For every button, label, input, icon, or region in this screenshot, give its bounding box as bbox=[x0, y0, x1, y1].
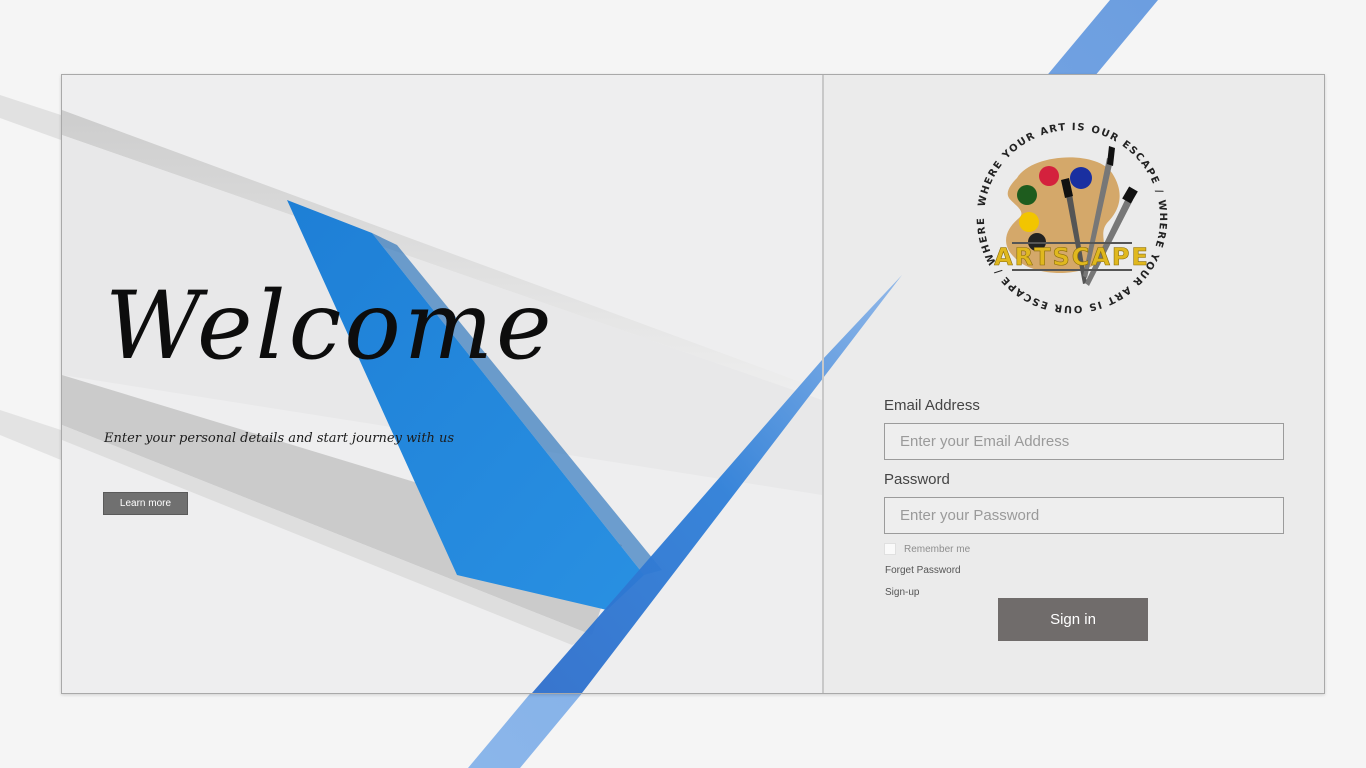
forget-password-link[interactable]: Forget Password bbox=[885, 565, 961, 576]
remember-label: Remember me bbox=[904, 543, 971, 555]
panel-divider bbox=[822, 75, 824, 693]
paint-blue bbox=[1070, 167, 1092, 189]
welcome-title: Welcome bbox=[105, 272, 555, 381]
password-label: Password bbox=[884, 471, 950, 488]
welcome-tagline: Enter your personal details and start jo… bbox=[104, 431, 455, 446]
brand-text: ARTSCAPE bbox=[994, 243, 1150, 271]
paint-yellow bbox=[1019, 212, 1039, 232]
remember-checkbox[interactable] bbox=[884, 543, 896, 555]
artscape-logo: WHERE YOUR ART IS OUR ESCAPE / WHERE YOU… bbox=[937, 118, 1167, 314]
paint-red bbox=[1039, 166, 1059, 186]
paint-green bbox=[1017, 185, 1037, 205]
password-input[interactable] bbox=[884, 497, 1284, 534]
sign-in-button[interactable]: Sign in bbox=[998, 598, 1148, 641]
learn-more-button[interactable]: Learn more bbox=[103, 492, 188, 515]
email-input[interactable] bbox=[884, 423, 1284, 460]
remember-me[interactable]: Remember me bbox=[884, 543, 970, 555]
signup-link[interactable]: Sign-up bbox=[885, 587, 919, 598]
email-label: Email Address bbox=[884, 397, 980, 414]
